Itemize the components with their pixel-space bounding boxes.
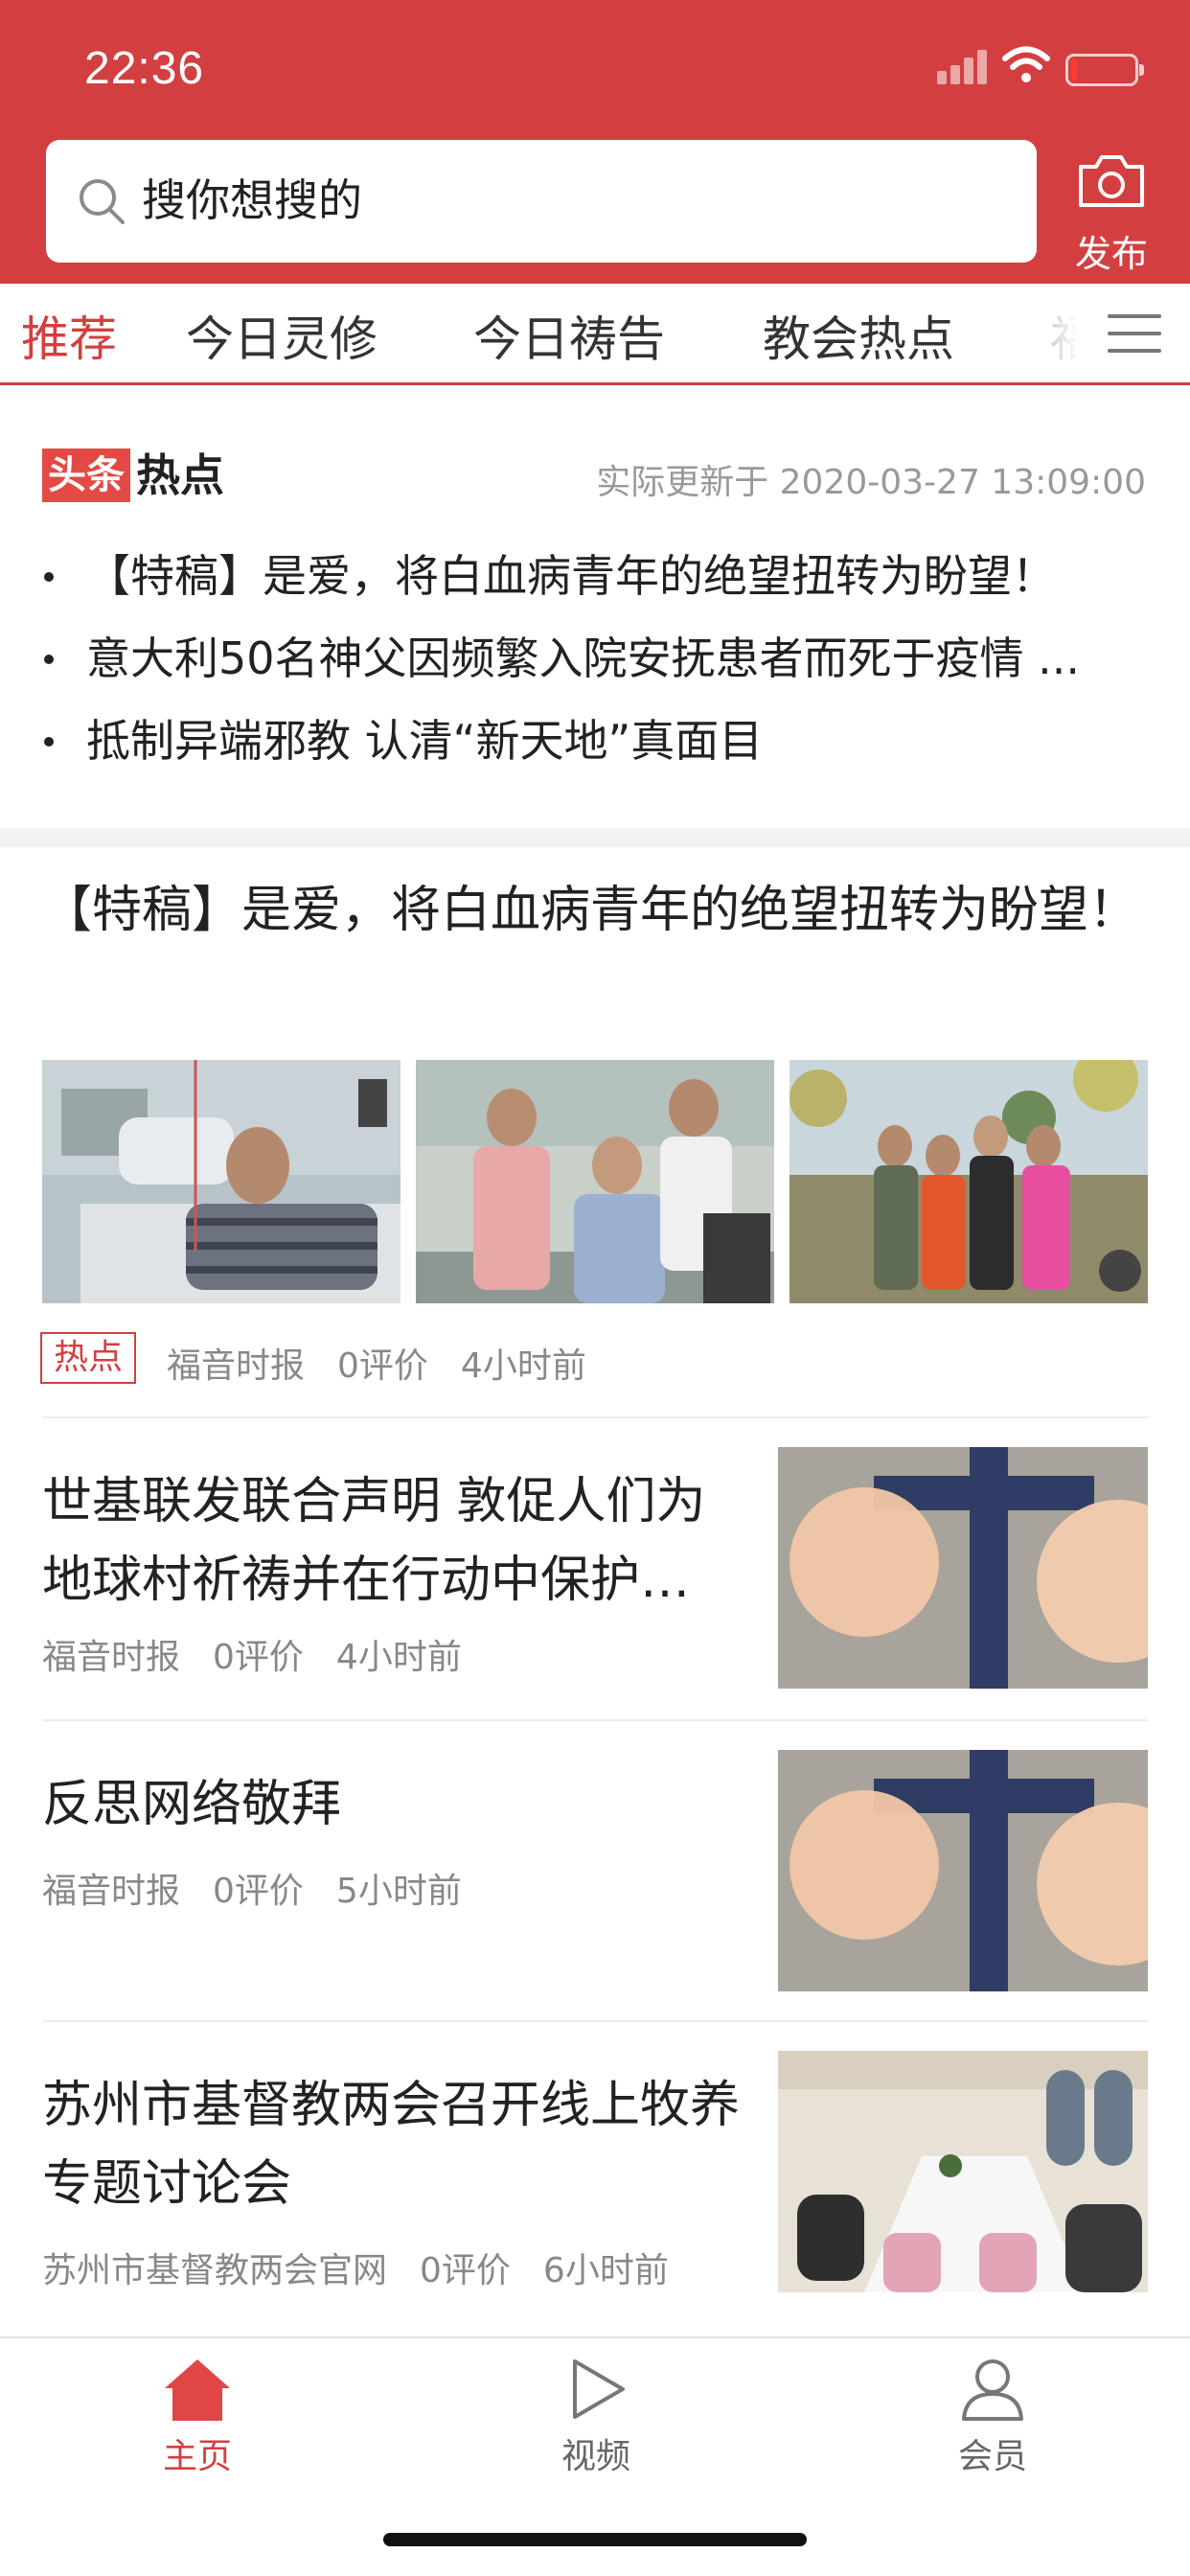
comment-count: 0评价: [420, 2251, 511, 2290]
comment-count: 0评价: [337, 1346, 428, 1386]
wifi-icon: [1002, 46, 1050, 82]
category-tabs: 推荐 今日灵修 今日祷告 教会热点 福: [0, 284, 1190, 385]
publish-button[interactable]: 发布: [1062, 144, 1161, 275]
feature-meta: 福音时报 0评价 4小时前: [167, 1338, 619, 1388]
tab-church-hot[interactable]: 教会热点: [763, 301, 954, 370]
divider: [42, 1719, 1148, 1721]
search-input[interactable]: 搜你想搜的: [142, 169, 362, 232]
menu-icon[interactable]: [1079, 284, 1190, 382]
tab-recommend[interactable]: 推荐: [21, 301, 117, 370]
headline-item[interactable]: 意大利50名神父因频繁入院安抚患者而死于疫情 ...: [42, 625, 1154, 692]
time-ago: 5小时前: [335, 1872, 462, 1911]
nav-member[interactable]: 会员: [897, 2356, 1088, 2480]
headline-item[interactable]: 【特稿】是爱，将白血病青年的绝望扭转为盼望！: [42, 542, 1154, 610]
time-ago: 4小时前: [335, 1638, 462, 1677]
nav-member-label: 会员: [957, 2437, 1027, 2476]
feature-photo-visitors[interactable]: [416, 1060, 774, 1303]
divider: [42, 1416, 1148, 1418]
app-header: 22:36 搜你想搜的 发布: [0, 0, 1190, 284]
news-title[interactable]: 世基联发联合声明 敦促人们为地球村祈祷并在行动中保护…: [42, 1462, 751, 1620]
status-time: 22:36: [84, 43, 205, 94]
search-bar[interactable]: 搜你想搜的: [46, 140, 1037, 263]
divider: [42, 2020, 1148, 2022]
comment-count: 0评价: [213, 1872, 304, 1911]
source-label: 福音时报: [167, 1346, 306, 1386]
cellular-signal-icon: [937, 50, 989, 84]
headline-logo-text: 热点: [136, 449, 224, 501]
nav-video[interactable]: 视频: [500, 2356, 692, 2480]
news-meta: 苏州市基督教两会官网 0评价 6小时前: [42, 2242, 701, 2292]
news-meta: 福音时报 0评价 4小时前: [42, 1629, 494, 1679]
camera-icon: [1079, 155, 1144, 207]
news-thumbnail-cross-candles[interactable]: [778, 1750, 1148, 1991]
headline-logo-box: 头条: [42, 448, 130, 502]
home-icon: [165, 2359, 230, 2421]
time-ago: 6小时前: [542, 2251, 669, 2290]
source-label: 苏州市基督教两会官网: [42, 2251, 388, 2290]
feature-article-title[interactable]: 【特稿】是爱，将白血病青年的绝望扭转为盼望！: [42, 870, 1154, 951]
news-title[interactable]: 反思网络敬拜: [42, 1765, 751, 1844]
news-thumbnail-cross-candles[interactable]: [778, 1447, 1148, 1689]
tab-daily-prayer[interactable]: 今日祷告: [473, 301, 665, 370]
feature-photo-hospital-bed[interactable]: [42, 1060, 400, 1303]
feature-photo-group-outdoors[interactable]: [790, 1060, 1148, 1303]
play-icon: [573, 2359, 625, 2419]
home-indicator[interactable]: [383, 2533, 807, 2546]
publish-label: 发布: [1074, 233, 1148, 275]
tab-daily-devotion[interactable]: 今日灵修: [186, 301, 378, 370]
battery-icon: [1065, 54, 1144, 86]
update-timestamp: 实际更新于 2020-03-27 13:09:00: [596, 463, 1146, 502]
search-icon: [80, 179, 125, 224]
source-label: 福音时报: [42, 1872, 181, 1911]
hot-tag-badge: 热点: [40, 1332, 136, 1384]
comment-count: 0评价: [213, 1638, 304, 1677]
news-title[interactable]: 苏州市基督教两会召开线上牧养专题讨论会: [42, 2066, 751, 2223]
nav-home[interactable]: 主页: [102, 2356, 293, 2480]
source-label: 福音时报: [42, 1638, 181, 1677]
section-separator: [0, 828, 1190, 847]
time-ago: 4小时前: [460, 1346, 586, 1386]
nav-home-label: 主页: [162, 2437, 232, 2476]
user-icon: [962, 2359, 1023, 2421]
news-thumbnail-meeting-room[interactable]: [778, 2051, 1148, 2292]
headline-item[interactable]: 抵制异端邪教 认清“新天地”真面目: [42, 707, 1154, 774]
nav-video-label: 视频: [561, 2437, 630, 2476]
news-meta: 福音时报 0评价 5小时前: [42, 1863, 494, 1913]
